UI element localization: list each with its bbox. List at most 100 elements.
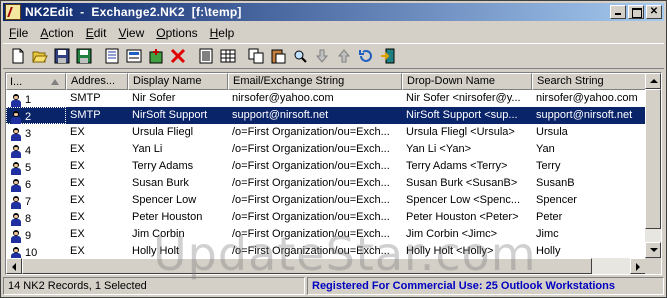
cell-search-string: Yan [536,143,555,155]
table-row[interactable]: 4 EX Yan Li/o=First Organization/ou=Exch..… [6,141,646,158]
menu-view[interactable]: View [112,26,150,40]
minimize-button[interactable] [610,5,626,19]
index-text: 8 [25,212,32,225]
contact-icon [9,229,23,243]
menu-help[interactable]: Help [204,26,241,40]
status-registration-link[interactable]: Registered For Commercial Use: 25 Outloo… [307,277,664,295]
find-icon[interactable] [289,45,311,67]
cell-email: /o=First Organization/ou=Exch... [232,177,390,189]
cell-display-name: Peter Houston [132,211,203,223]
new-file-icon[interactable] [7,45,29,67]
table-row[interactable]: 8 EX Peter Houston/o=First Organization/ou… [6,209,646,226]
column-header-search-string[interactable]: Search String [532,73,646,90]
cell-search-string: support@nirsoft.net [532,107,646,124]
menu-action[interactable]: Action [34,26,79,40]
scroll-right-button[interactable] [630,258,646,274]
menu-file[interactable]: File [3,26,34,40]
cell-dropdown-name: Nir Sofer <nirsofer@y... [406,92,521,104]
paste-icon[interactable] [267,45,289,67]
vertical-scroll-thumb[interactable] [645,89,661,229]
scroll-left-button[interactable] [6,258,22,274]
status-records: 14 NK2 Records, 1 Selected [3,277,305,295]
table-row[interactable]: 9 EX Jim Corbin/o=First Organization/ou=Ex… [6,226,646,243]
cell-search-string: Ursula [536,126,568,138]
cell-display-name: Terry Adams [132,160,194,172]
exit-icon[interactable] [377,45,399,67]
index-text: 6 [25,178,32,191]
scrollbar-corner [645,258,661,274]
cell-search-string: Spencer [536,194,577,206]
cell-dropdown-name: Spencer Low <Spenc... [406,194,521,206]
save-icon[interactable] [51,45,73,67]
table-row[interactable]: 7 EX Spencer Low/o=First Organization/ou=E… [6,192,646,209]
horizontal-scrollbar[interactable] [6,258,646,274]
menu-bar: File Action Edit View Options Help [3,23,664,42]
table-row[interactable]: 6 EX Susan Burk/o=First Organization/ou=Ex… [6,175,646,192]
rows-container: 1 SMTP Nir Sofer nirsofer@yahoo.com Nir Sofe… [6,90,646,260]
cell-email: support@nirsoft.net [228,107,402,124]
index-text: 1 [25,93,32,106]
contact-icon [9,195,23,209]
cell-dropdown-name: Yan Li <Yan> [406,143,472,155]
properties-icon[interactable] [101,45,123,67]
copy-record-icon[interactable] [123,45,145,67]
table-row[interactable]: 2 SMTP NirSoft Support support@nirsoft.net N… [6,107,646,124]
cell-email: /o=First Organization/ou=Exch... [232,194,390,206]
cell-email: nirsofer@yahoo.com [232,92,334,104]
html-report-icon[interactable] [195,45,217,67]
cell-index: 5 [6,158,66,175]
contact-icon [9,127,23,141]
cell-search-string: Jimc [536,228,559,240]
contact-icon [9,212,23,226]
grid-view-icon[interactable] [217,45,239,67]
cell-search-string: Terry [536,160,561,172]
open-folder-icon[interactable] [29,45,51,67]
cell-address-type: EX [70,160,85,172]
delete-icon[interactable] [167,45,189,67]
close-button[interactable]: ✕ [646,5,662,19]
vertical-scrollbar[interactable] [645,73,661,258]
title-bar[interactable]: NK2Edit - Exchange2.NK2 [f:\temp] ✕ [3,3,664,21]
scroll-down-button[interactable] [645,242,661,258]
horizontal-scroll-thumb[interactable] [22,258,592,274]
app-icon[interactable] [5,4,21,20]
cell-address-type: EX [70,126,85,138]
cell-display-name: Spencer Low [132,194,197,206]
column-header-email[interactable]: Email/Exchange String [228,73,402,90]
move-up-icon[interactable] [333,45,355,67]
refresh-icon[interactable] [355,45,377,67]
move-down-icon[interactable] [311,45,333,67]
menu-options[interactable]: Options [150,26,203,40]
column-header-address-type[interactable]: Addres... [66,73,128,90]
cell-email: /o=First Organization/ou=Exch... [232,126,390,138]
add-record-icon[interactable] [145,45,167,67]
table-row[interactable]: 3 EX Ursula Fliegl/o=First Organization/ou… [6,124,646,141]
column-header-index[interactable]: I... [6,73,66,90]
column-header-display-name[interactable]: Display Name [128,73,228,90]
cell-index: 1 [6,90,66,107]
cell-search-string: SusanB [536,177,575,189]
cell-display-name: Susan Burk [132,177,189,189]
contact-icon [9,110,23,124]
records-list[interactable]: I... Addres... Display Name Email/Exchan… [5,72,662,275]
contact-icon [9,178,23,192]
index-text: 7 [25,195,32,208]
scroll-up-button[interactable] [645,73,661,89]
menu-edit[interactable]: Edit [80,26,113,40]
save-as-icon[interactable] [73,45,95,67]
cell-index: 8 [6,209,66,226]
cell-address-type: EX [70,143,85,155]
table-row[interactable]: 5 EX Terry Adams/o=First Organization/ou=E… [6,158,646,175]
table-row[interactable]: 1 SMTP Nir Sofer nirsofer@yahoo.com Nir Sofe… [6,90,646,107]
index-text: 10 [25,246,38,259]
column-header-dropdown-name[interactable]: Drop-Down Name [402,73,532,90]
index-text: 5 [25,161,32,174]
cell-display-name: Jim Corbin [132,228,185,240]
app-window: NK2Edit - Exchange2.NK2 [f:\temp] ✕ File… [0,0,667,298]
cell-dropdown-name: Jim Corbin <Jimc> [406,228,498,240]
contact-icon [9,93,23,107]
maximize-button[interactable] [628,5,644,19]
copy-icon[interactable] [245,45,267,67]
cell-display-name: Yan Li [132,143,163,155]
cell-email: /o=First Organization/ou=Exch... [232,143,390,155]
